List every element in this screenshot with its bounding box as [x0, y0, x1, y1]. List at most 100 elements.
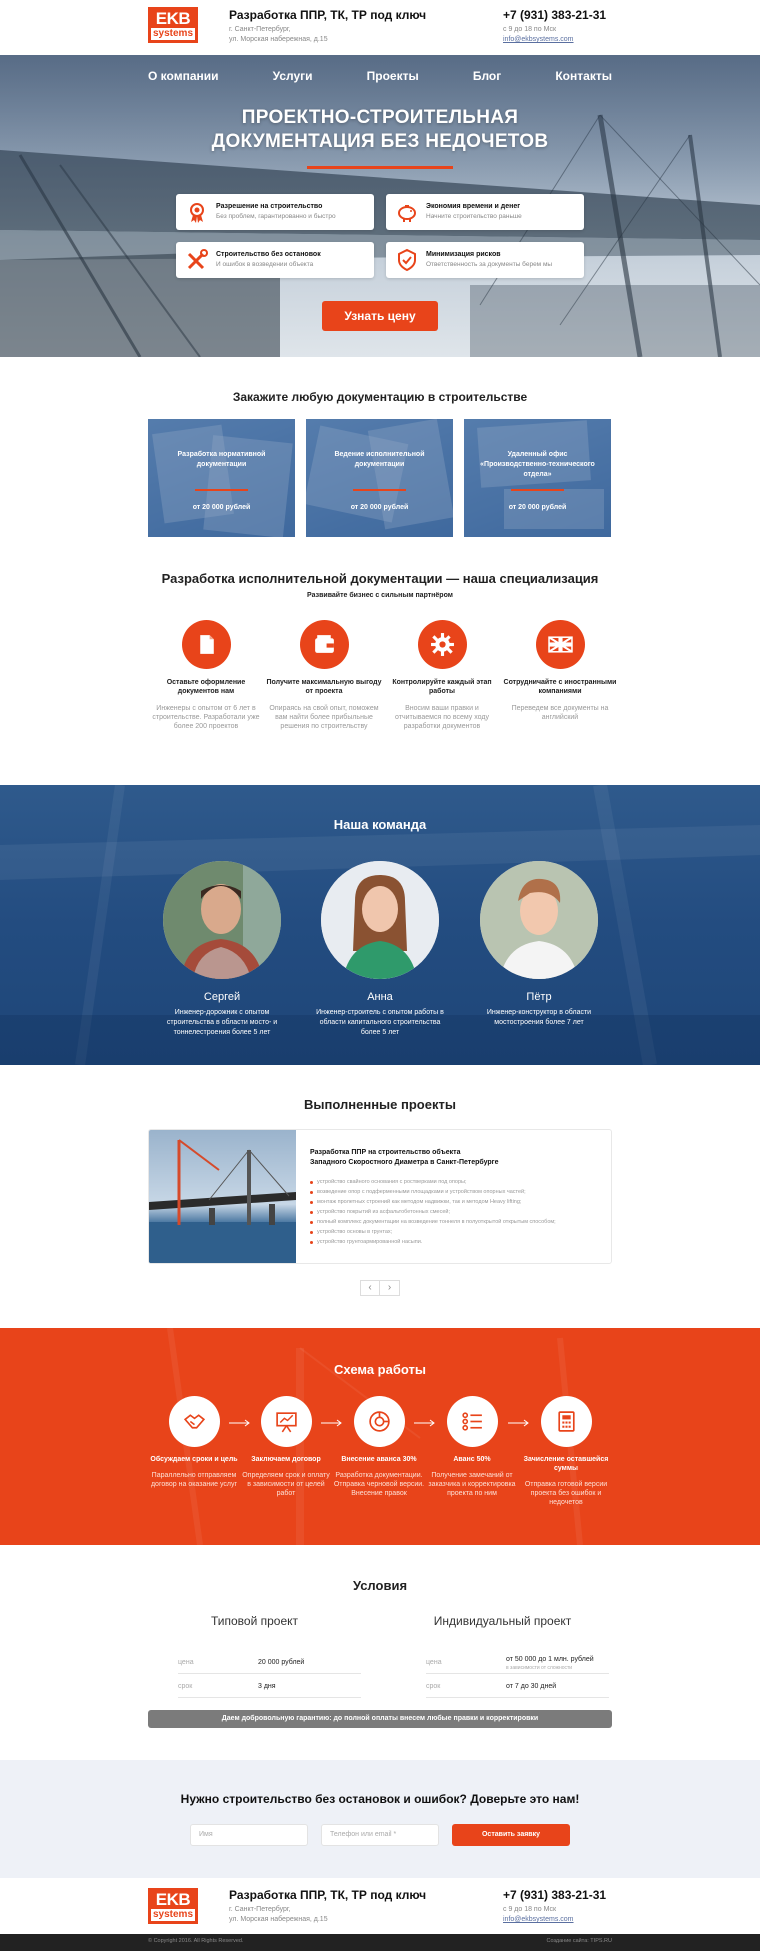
submit-request-button[interactable]: Оставить заявку — [452, 1824, 570, 1846]
feature-risks: Минимизация рисков Ответственность за до… — [386, 242, 584, 278]
doc-card-normative[interactable]: Разработка нормативной документации от 2… — [148, 419, 295, 537]
project-image — [149, 1130, 296, 1263]
plan-term-row: срок от 7 до 30 дней — [426, 1676, 609, 1698]
project-slider-controls: ‹ › — [360, 1280, 400, 1296]
hero-title: ПРОЕКТНО-СТРОИТЕЛЬНАЯ ДОКУМЕНТАЦИЯ БЕЗ Н… — [211, 107, 549, 152]
plan-term-row: срок 3 дня — [178, 1676, 361, 1698]
header-phone[interactable]: +7 (931) 383-21-31 — [503, 8, 606, 22]
hero-divider — [307, 166, 453, 169]
team-member: Анна Инженер-строитель с опытом работы в… — [310, 861, 450, 1038]
handshake-icon — [183, 1414, 205, 1429]
scheme-step: Внесение аванса 30% Разработка документа… — [333, 1396, 425, 1498]
nav-item-services[interactable]: Услуги — [273, 69, 313, 83]
footer-phone[interactable]: +7 (931) 383-21-31 — [503, 1888, 606, 1902]
plan-price-row: цена 20 000 рублей — [178, 1652, 361, 1674]
footer-contacts: с 9 до 18 по Мск info@ekbsystems.com — [503, 1906, 574, 1925]
conditions-title: Условия — [352, 1578, 408, 1593]
developer-credit-link[interactable]: Создание сайта: TIPS.RU — [547, 1938, 612, 1944]
spec-title: Разработка исполнительной документации —… — [161, 571, 599, 586]
scheme-step: Обсуждаем сроки и цель Параллельно отпра… — [148, 1396, 240, 1489]
wallet-icon — [314, 635, 334, 653]
plan-price-row: цена от 50 000 до 1 млн. рублей в зависи… — [426, 1652, 609, 1674]
main-nav: О компании Услуги Проекты Блог Контакты — [0, 69, 760, 89]
scheme-step: Аванс 50% Получение замечаний от заказчи… — [426, 1396, 518, 1498]
projects-title: Выполненные проекты — [304, 1097, 456, 1112]
feature-nonstop: Строительство без остановок И ошибок в в… — [176, 242, 374, 278]
hero: О компании Услуги Проекты Блог Контакты … — [0, 55, 760, 357]
spec-item: Оставьте оформление документов нам Инжен… — [148, 620, 264, 731]
spec-item: Контролируйте каждый этап работы Вносим … — [384, 620, 500, 731]
footer-title: Разработка ППР, ТК, ТР под ключ — [229, 1888, 427, 1902]
contact-input[interactable]: Телефон или email * — [321, 1824, 439, 1846]
list-item: монтаж пролетных строений как методом на… — [310, 1197, 556, 1207]
nav-item-contacts[interactable]: Контакты — [555, 69, 612, 83]
site-header: EKB systems Разработка ППР, ТК, ТР под к… — [0, 0, 760, 55]
avatar — [480, 861, 598, 979]
tools-icon — [187, 249, 208, 270]
footer-bar: © Copyright 2016. All Rights Reserved. С… — [0, 1934, 760, 1951]
team-member: Пётр Инженер-конструктор в области мосто… — [469, 861, 609, 1028]
feature-savings: Экономия времени и денег Начните строите… — [386, 194, 584, 230]
uk-flag-icon — [547, 636, 573, 653]
doc-card-executive[interactable]: Ведение исполнительной документации от 2… — [306, 419, 453, 537]
calculator-icon — [557, 1411, 575, 1432]
scheme-step: Заключаем договор Определяем срок и опла… — [240, 1396, 332, 1498]
plan-individual: Индивидуальный проект цена от 50 000 до … — [396, 1614, 609, 1698]
project-tasks-list: устройство свайного основания с ростверк… — [310, 1177, 556, 1247]
spec-item: Сотрудничайте с иностранными компаниями … — [502, 620, 618, 722]
scheme-title: Схема работы — [334, 1362, 426, 1377]
document-icon — [199, 635, 214, 654]
plan-typical: Типовой проект цена 20 000 рублей срок 3… — [148, 1614, 361, 1698]
avatar — [163, 861, 281, 979]
scheme-section: Схема работы Обсуждаем сроки и цель Пара… — [0, 1328, 760, 1545]
team-title: Наша команда — [333, 817, 427, 832]
pie-chart-icon — [368, 1411, 390, 1432]
doc-cards: Разработка нормативной документации от 2… — [148, 419, 612, 537]
spec-subtitle: Развивайте бизнес с сильным партнёром — [307, 592, 453, 599]
nav-item-blog[interactable]: Блог — [473, 69, 501, 83]
presentation-icon — [275, 1412, 297, 1433]
footer-address: г. Санкт-Петербург, ул. Морская набережн… — [229, 1906, 328, 1923]
doc-card-remote-office[interactable]: Удаленный офис «Производственно-техничес… — [464, 419, 611, 537]
plan-name: Типовой проект — [210, 1614, 299, 1628]
form-title: Нужно строительство без остановок и ошиб… — [180, 1792, 580, 1806]
header-address: г. Санкт-Петербург, ул. Морская набережн… — [229, 26, 328, 43]
team-section: Наша команда Сергей Инженер-дорожник с о… — [0, 785, 760, 1065]
shield-check-icon — [398, 248, 416, 272]
list-item: возведение опор с подферменными площадка… — [310, 1187, 556, 1197]
list-item: устройство свайного основания с ростверк… — [310, 1177, 556, 1187]
order-title: Закажите любую документацию в строительс… — [232, 390, 528, 404]
nav-item-projects[interactable]: Проекты — [367, 69, 419, 83]
project-title: Разработка ППР на строительство объекта … — [310, 1149, 499, 1166]
footer-logo[interactable]: EKB systems — [148, 1888, 198, 1924]
logo[interactable]: EKB systems — [148, 7, 198, 43]
site-footer: EKB systems Разработка ППР, ТК, ТР под к… — [0, 1878, 760, 1934]
feature-permit: Разрешение на строительство Без проблем,… — [176, 194, 374, 230]
list-item: устройство покрытий из асфальтобетонных … — [310, 1207, 556, 1217]
checklist-icon — [461, 1412, 482, 1431]
copyright: © Copyright 2016. All Rights Reserved. — [148, 1938, 244, 1944]
name-input[interactable]: Имя — [190, 1824, 308, 1846]
header-title: Разработка ППР, ТК, ТР под ключ — [229, 8, 427, 22]
avatar — [321, 861, 439, 979]
list-item: устройство грунтоармированной насыпи. — [310, 1237, 556, 1247]
guarantee-banner: Даем добровольную гарантию: до полной оп… — [148, 1710, 612, 1728]
gear-icon — [430, 633, 454, 656]
team-member: Сергей Инженер-дорожник с опытом строите… — [152, 861, 292, 1038]
nav-item-about[interactable]: О компании — [148, 69, 219, 83]
request-form-section: Нужно строительство без остановок и ошиб… — [0, 1760, 760, 1878]
project-card: Разработка ППР на строительство объекта … — [148, 1129, 612, 1264]
piggy-bank-icon — [398, 205, 416, 222]
get-price-button[interactable]: Узнать цену — [322, 301, 438, 331]
list-item: полный комплекс документации на возведен… — [310, 1217, 556, 1227]
header-contacts: с 9 до 18 по Мск info@ekbsystems.com — [503, 26, 574, 45]
list-item: устройство основы в грунтах; — [310, 1227, 556, 1237]
spec-item: Получите максимальную выгоду от проекта … — [266, 620, 382, 731]
plan-name: Индивидуальный проект — [433, 1614, 572, 1628]
certificate-icon — [190, 203, 204, 223]
chevron-left-icon[interactable]: ‹ — [360, 1280, 380, 1296]
footer-email-link[interactable]: info@ekbsystems.com — [503, 1915, 574, 1925]
scheme-step: Зачисление оставшейся суммы Отправка гот… — [520, 1396, 612, 1507]
chevron-right-icon[interactable]: › — [380, 1280, 400, 1296]
header-email-link[interactable]: info@ekbsystems.com — [503, 35, 574, 45]
